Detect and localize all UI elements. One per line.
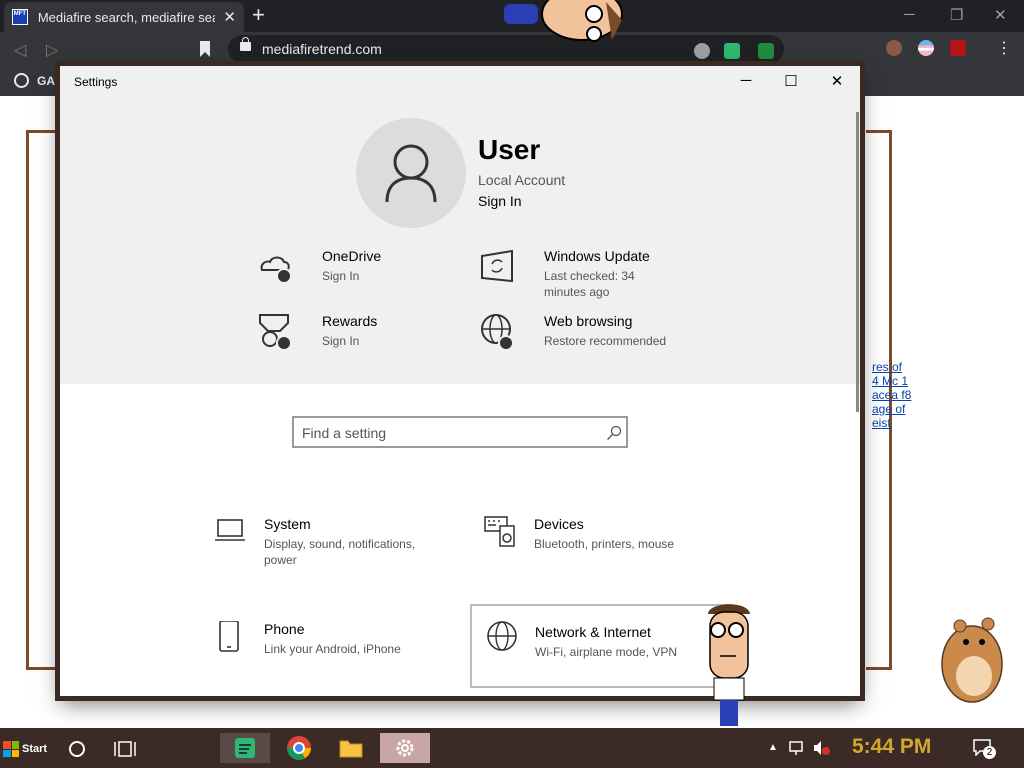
page-link[interactable]: 4 Mc 1	[872, 374, 908, 388]
status-dot-icon	[276, 268, 292, 284]
page-link[interactable]: res of	[872, 360, 902, 374]
avatar[interactable]	[356, 118, 466, 228]
notification-count-badge: 2	[983, 746, 996, 759]
laptop-icon	[215, 519, 245, 541]
start-button[interactable]: Start	[0, 736, 52, 762]
volume-muted-icon[interactable]	[812, 740, 830, 756]
spotify-icon	[235, 738, 255, 758]
browser-restore-button[interactable]: ❐	[950, 6, 963, 24]
start-label: Start	[22, 743, 48, 755]
category-subtitle: Wi-Fi, airplane mode, VPN	[535, 645, 678, 659]
taskbar-clock[interactable]: 5:44 PM	[852, 735, 931, 759]
quick-item-subtitle: Sign In	[322, 269, 360, 283]
network-icon[interactable]	[788, 740, 806, 756]
tray-chevron-up-icon[interactable]: ▲	[768, 742, 778, 753]
category-title: Phone	[264, 621, 305, 637]
forward-button[interactable]: ▷	[46, 40, 58, 60]
globe-icon	[14, 73, 29, 88]
category-subtitle: Bluetooth, printers, mouse	[534, 537, 675, 551]
status-dot-icon	[276, 335, 292, 351]
action-center-button[interactable]: 2	[972, 738, 996, 760]
category-subtitle: Display, sound, notifications, power	[264, 537, 416, 567]
category-phone[interactable]: Phone Link your Android, iPhone	[214, 621, 464, 696]
quick-item-title: Web browsing	[544, 313, 633, 329]
page-frame-left	[26, 130, 56, 670]
quick-item-title: OneDrive	[322, 248, 382, 264]
task-view-icon[interactable]	[114, 739, 136, 768]
quick-item-subtitle: Sign In	[322, 334, 360, 348]
url-text: mediafiretrend.com	[262, 41, 382, 57]
category-title: Devices	[534, 516, 584, 532]
cartoon-character	[708, 604, 750, 726]
phone-icon	[219, 621, 239, 652]
window-title: Settings	[74, 75, 118, 89]
category-system[interactable]: System Display, sound, notifications, po…	[214, 516, 464, 600]
account-type: Local Account	[478, 172, 566, 188]
windows-update-icon	[481, 249, 513, 283]
taskbar-app-file-explorer[interactable]	[326, 733, 376, 763]
adblock-extension-icon[interactable]	[758, 43, 774, 59]
folder-icon	[339, 740, 363, 758]
search-icon[interactable]	[606, 425, 622, 441]
hamster-cartoon	[941, 617, 1003, 703]
category-devices[interactable]: Devices Bluetooth, printers, mouse	[484, 516, 734, 600]
spotify-extension-icon[interactable]	[724, 43, 740, 59]
quick-item-subtitle: Restore recommended	[544, 334, 667, 348]
flag-extension-icon[interactable]	[918, 40, 934, 56]
profile-extension-icon[interactable]	[886, 40, 902, 56]
keyboard-speaker-icon	[484, 516, 515, 547]
site-favicon-icon: MFT	[12, 9, 28, 25]
quick-item-title: Windows Update	[544, 248, 650, 264]
status-dot-icon	[498, 335, 514, 351]
browser-minimize-button[interactable]: ─	[904, 6, 915, 23]
quick-item-title: Rewards	[322, 313, 378, 329]
page-link[interactable]: eist	[872, 416, 891, 430]
taskbar-app-spotify[interactable]	[220, 733, 270, 763]
ublock-extension-icon[interactable]	[950, 40, 966, 56]
browser-tab[interactable]: MFT Mediafire search, mediafire sea ✕	[4, 2, 244, 32]
tab-close-icon[interactable]: ✕	[223, 8, 236, 26]
bookmark-icon[interactable]	[198, 40, 212, 58]
browser-menu-icon[interactable]: ⋮	[996, 38, 1012, 58]
settings-header: Settings ─ ☐ ✕ User Local Account Sign I…	[60, 66, 860, 384]
shield-extension-icon[interactable]	[694, 43, 710, 59]
quick-item-subtitle: Last checked: 34 minutes ago	[544, 269, 635, 299]
category-title: System	[264, 516, 311, 532]
user-icon	[385, 144, 437, 203]
back-button[interactable]: ◁	[14, 40, 26, 60]
new-tab-button[interactable]: +	[252, 4, 265, 26]
globe-icon	[487, 621, 517, 651]
search-box[interactable]	[292, 416, 628, 448]
search-input[interactable]	[302, 423, 592, 443]
browser-close-button[interactable]: ✕	[994, 6, 1007, 24]
scrollbar[interactable]	[856, 112, 859, 412]
user-name: User	[478, 134, 541, 165]
gear-icon	[396, 739, 414, 757]
taskbar: Start ▲ 5:44 PM 2	[0, 728, 1024, 768]
maximize-button[interactable]: ☐	[781, 72, 801, 90]
taskbar-app-settings[interactable]	[380, 733, 430, 763]
category-subtitle: Link your Android, iPhone	[264, 642, 401, 656]
windows-logo-icon	[3, 741, 19, 757]
user-sign-in-link[interactable]: Sign In	[478, 193, 522, 209]
page-link[interactable]: age of	[872, 402, 905, 416]
close-button[interactable]: ✕	[827, 72, 847, 90]
bookmark-item[interactable]: GA	[37, 74, 55, 88]
category-network-internet[interactable]: Network & Internet Wi-Fi, airplane mode,…	[470, 604, 730, 688]
cartoon-character-top	[504, 0, 623, 42]
tab-title: Mediafire search, mediafire sea	[37, 9, 216, 25]
category-title: Network & Internet	[535, 624, 651, 640]
taskbar-app-chrome[interactable]	[274, 733, 324, 763]
search-circle-icon[interactable]	[66, 738, 88, 768]
lock-icon	[240, 37, 251, 51]
chrome-icon	[287, 736, 311, 760]
page-link[interactable]: acea f8	[872, 388, 911, 402]
minimize-button[interactable]: ─	[736, 72, 756, 89]
